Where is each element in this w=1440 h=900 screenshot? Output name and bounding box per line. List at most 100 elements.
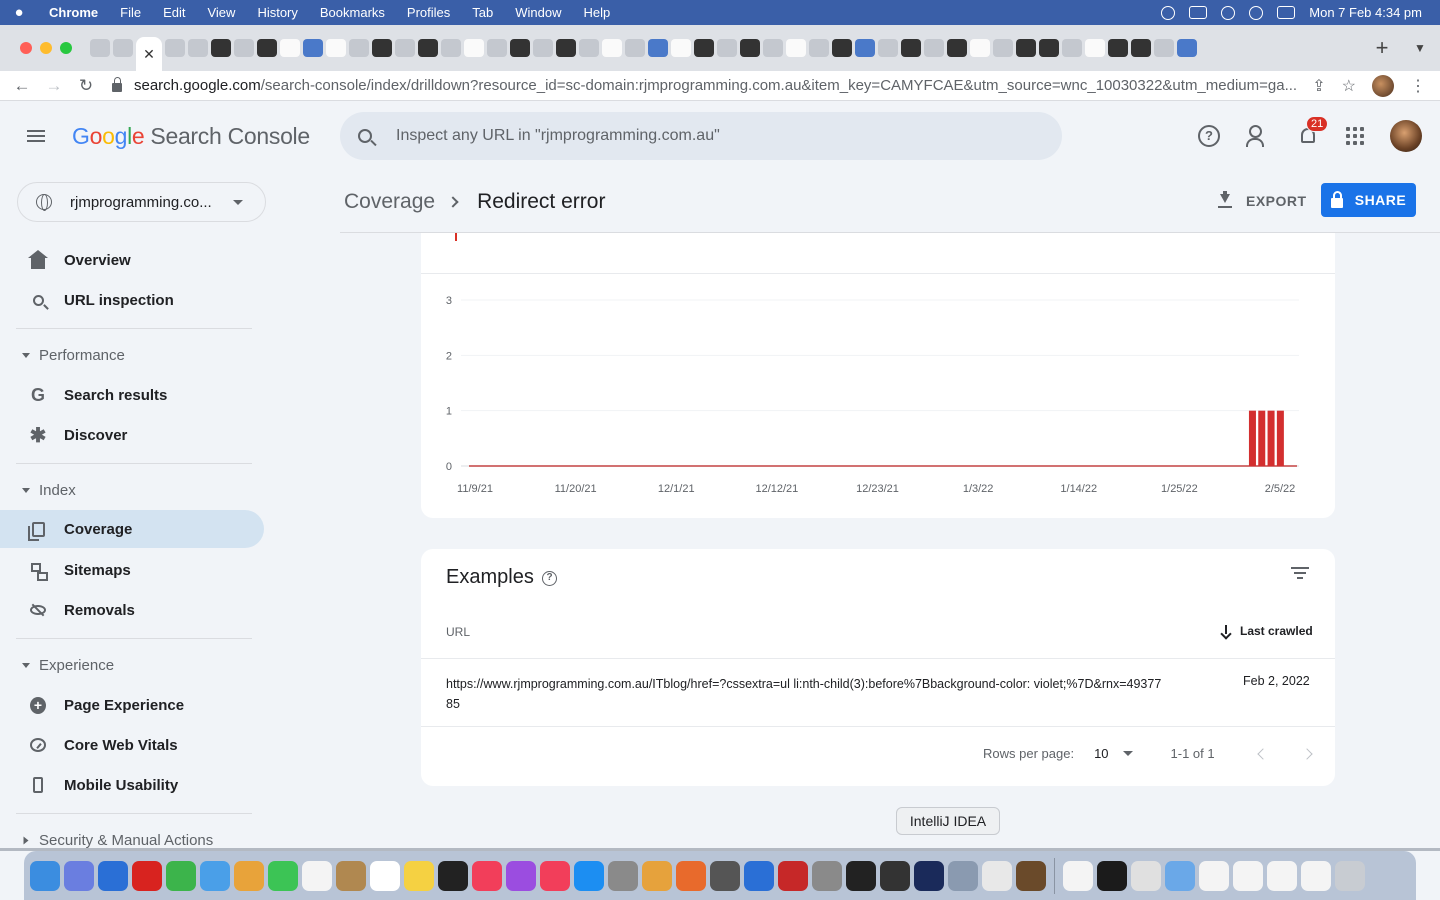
browser-tab[interactable] bbox=[280, 39, 300, 57]
tab-search-chevron-icon[interactable]: ▼ bbox=[1400, 41, 1440, 55]
minimize-window-button[interactable] bbox=[40, 42, 52, 54]
omnibox[interactable]: search.google.com/search-console/index/d… bbox=[102, 77, 1302, 94]
browser-tab[interactable] bbox=[855, 39, 875, 57]
preview-icon[interactable] bbox=[948, 860, 978, 891]
messages-icon[interactable] bbox=[166, 860, 196, 891]
previous-page-icon[interactable] bbox=[1256, 747, 1269, 760]
browser-tab[interactable] bbox=[579, 39, 599, 57]
system-preferences-icon[interactable] bbox=[608, 860, 638, 891]
breadcrumb-coverage-link[interactable]: Coverage bbox=[344, 190, 435, 214]
browser-tab[interactable] bbox=[418, 39, 438, 57]
column-header-url[interactable]: URL bbox=[446, 625, 470, 639]
elephant-icon[interactable] bbox=[880, 860, 910, 891]
opera-icon[interactable] bbox=[132, 860, 162, 891]
sidebar-item-coverage[interactable]: Coverage bbox=[0, 510, 264, 548]
share-page-icon[interactable]: ⇪ bbox=[1312, 76, 1325, 96]
sidebar-item-core-web-vitals[interactable]: Core Web Vitals bbox=[0, 726, 264, 764]
browser-tab[interactable] bbox=[326, 39, 346, 57]
calculator-icon[interactable] bbox=[710, 860, 740, 891]
dock-window-thumbnail-icon[interactable] bbox=[1131, 860, 1161, 891]
sidebar-item-page-experience[interactable]: + Page Experience bbox=[0, 686, 264, 724]
url-inspection-search[interactable] bbox=[340, 112, 1062, 160]
app-store-icon[interactable] bbox=[574, 860, 604, 891]
browser-tab[interactable] bbox=[602, 39, 622, 57]
browser-tab[interactable] bbox=[211, 39, 231, 57]
main-menu-button[interactable] bbox=[0, 130, 72, 142]
apple-tv-icon[interactable] bbox=[438, 860, 468, 891]
menu-view[interactable]: View bbox=[196, 5, 246, 20]
news-icon[interactable] bbox=[540, 860, 570, 891]
browser-tab[interactable] bbox=[671, 39, 691, 57]
firefox-icon[interactable] bbox=[676, 860, 706, 891]
reminders-icon[interactable] bbox=[370, 860, 400, 891]
browser-tab[interactable] bbox=[1062, 39, 1082, 57]
menu-bookmarks[interactable]: Bookmarks bbox=[309, 5, 396, 20]
sidebar-item-overview[interactable]: Overview bbox=[0, 241, 264, 279]
lock-icon[interactable] bbox=[112, 77, 122, 92]
finder-icon[interactable] bbox=[30, 860, 60, 891]
textedit-icon[interactable] bbox=[982, 860, 1012, 891]
sidebar-item-sitemaps[interactable]: Sitemaps bbox=[0, 551, 264, 589]
manage-users-icon[interactable] bbox=[1246, 125, 1270, 147]
dock-window-thumbnail-icon[interactable] bbox=[1233, 860, 1263, 891]
browser-tab[interactable] bbox=[395, 39, 415, 57]
menu-file[interactable]: File bbox=[109, 5, 152, 20]
browser-tab[interactable] bbox=[1131, 39, 1151, 57]
bookmark-star-icon[interactable]: ☆ bbox=[1342, 76, 1356, 96]
terminal-icon[interactable] bbox=[846, 860, 876, 891]
launchpad-icon[interactable] bbox=[64, 860, 94, 891]
menu-edit[interactable]: Edit bbox=[152, 5, 196, 20]
browser-tab[interactable] bbox=[533, 39, 553, 57]
zoom-window-button[interactable] bbox=[60, 42, 72, 54]
property-selector[interactable]: rjmprogramming.co... bbox=[17, 182, 266, 222]
intellij-icon[interactable] bbox=[914, 860, 944, 891]
browser-tab[interactable] bbox=[970, 39, 990, 57]
back-arrow-icon[interactable]: ← bbox=[6, 76, 38, 96]
apple-menu-icon[interactable]: ● bbox=[0, 4, 38, 21]
browser-tab[interactable] bbox=[464, 39, 484, 57]
menu-clock[interactable]: Mon 7 Feb 4:34 pm bbox=[1309, 5, 1422, 20]
sidebar-section-experience[interactable]: Experience bbox=[0, 650, 264, 680]
battery-icon[interactable] bbox=[1189, 6, 1208, 19]
browser-tab[interactable] bbox=[556, 39, 576, 57]
mail-icon[interactable] bbox=[200, 860, 230, 891]
pinwheel-icon[interactable] bbox=[642, 860, 672, 891]
browser-tab[interactable] bbox=[993, 39, 1013, 57]
menu-window[interactable]: Window bbox=[504, 5, 572, 20]
browser-tab[interactable] bbox=[740, 39, 760, 57]
help-icon[interactable]: ? bbox=[1198, 125, 1220, 147]
menu-help[interactable]: Help bbox=[573, 5, 622, 20]
next-page-icon[interactable] bbox=[1300, 747, 1313, 760]
browser-tab[interactable] bbox=[878, 39, 898, 57]
browser-tab[interactable] bbox=[947, 39, 967, 57]
sidebar-section-index[interactable]: Index bbox=[0, 475, 264, 505]
browser-tab[interactable] bbox=[487, 39, 507, 57]
browser-tab[interactable] bbox=[257, 39, 277, 57]
filter-icon[interactable] bbox=[1291, 567, 1309, 579]
dock-window-thumbnail-icon[interactable] bbox=[1301, 860, 1331, 891]
menu-profiles[interactable]: Profiles bbox=[396, 5, 461, 20]
wifi-icon[interactable] bbox=[1221, 5, 1236, 20]
chrome-profile-avatar[interactable] bbox=[1372, 74, 1394, 97]
sidebar-section-performance[interactable]: Performance bbox=[0, 340, 264, 370]
browser-tab[interactable] bbox=[372, 39, 392, 57]
browser-tab[interactable] bbox=[1154, 39, 1174, 57]
browser-tab[interactable] bbox=[441, 39, 461, 57]
control-center-icon[interactable] bbox=[1277, 6, 1296, 19]
browser-tab[interactable] bbox=[832, 39, 852, 57]
table-cell-url[interactable]: https://www.rjmprogramming.com.au/ITblog… bbox=[446, 674, 1166, 714]
browser-tab[interactable] bbox=[188, 39, 208, 57]
sidebar-item-mobile-usability[interactable]: Mobile Usability bbox=[0, 766, 264, 804]
url-inspection-input[interactable] bbox=[396, 127, 996, 145]
menu-app-name[interactable]: Chrome bbox=[38, 5, 109, 20]
dock-window-thumbnail-icon[interactable] bbox=[1063, 860, 1093, 891]
bbedit-icon[interactable] bbox=[812, 860, 842, 891]
browser-tab[interactable] bbox=[165, 39, 185, 57]
browser-tab[interactable] bbox=[1039, 39, 1059, 57]
menu-tab[interactable]: Tab bbox=[461, 5, 504, 20]
browser-tab[interactable] bbox=[717, 39, 737, 57]
play-icon[interactable] bbox=[1161, 5, 1176, 20]
photos-icon[interactable] bbox=[234, 860, 264, 891]
dropdown-caret-icon[interactable] bbox=[1122, 751, 1133, 756]
browser-tab-active[interactable]: ✕ bbox=[136, 37, 162, 71]
